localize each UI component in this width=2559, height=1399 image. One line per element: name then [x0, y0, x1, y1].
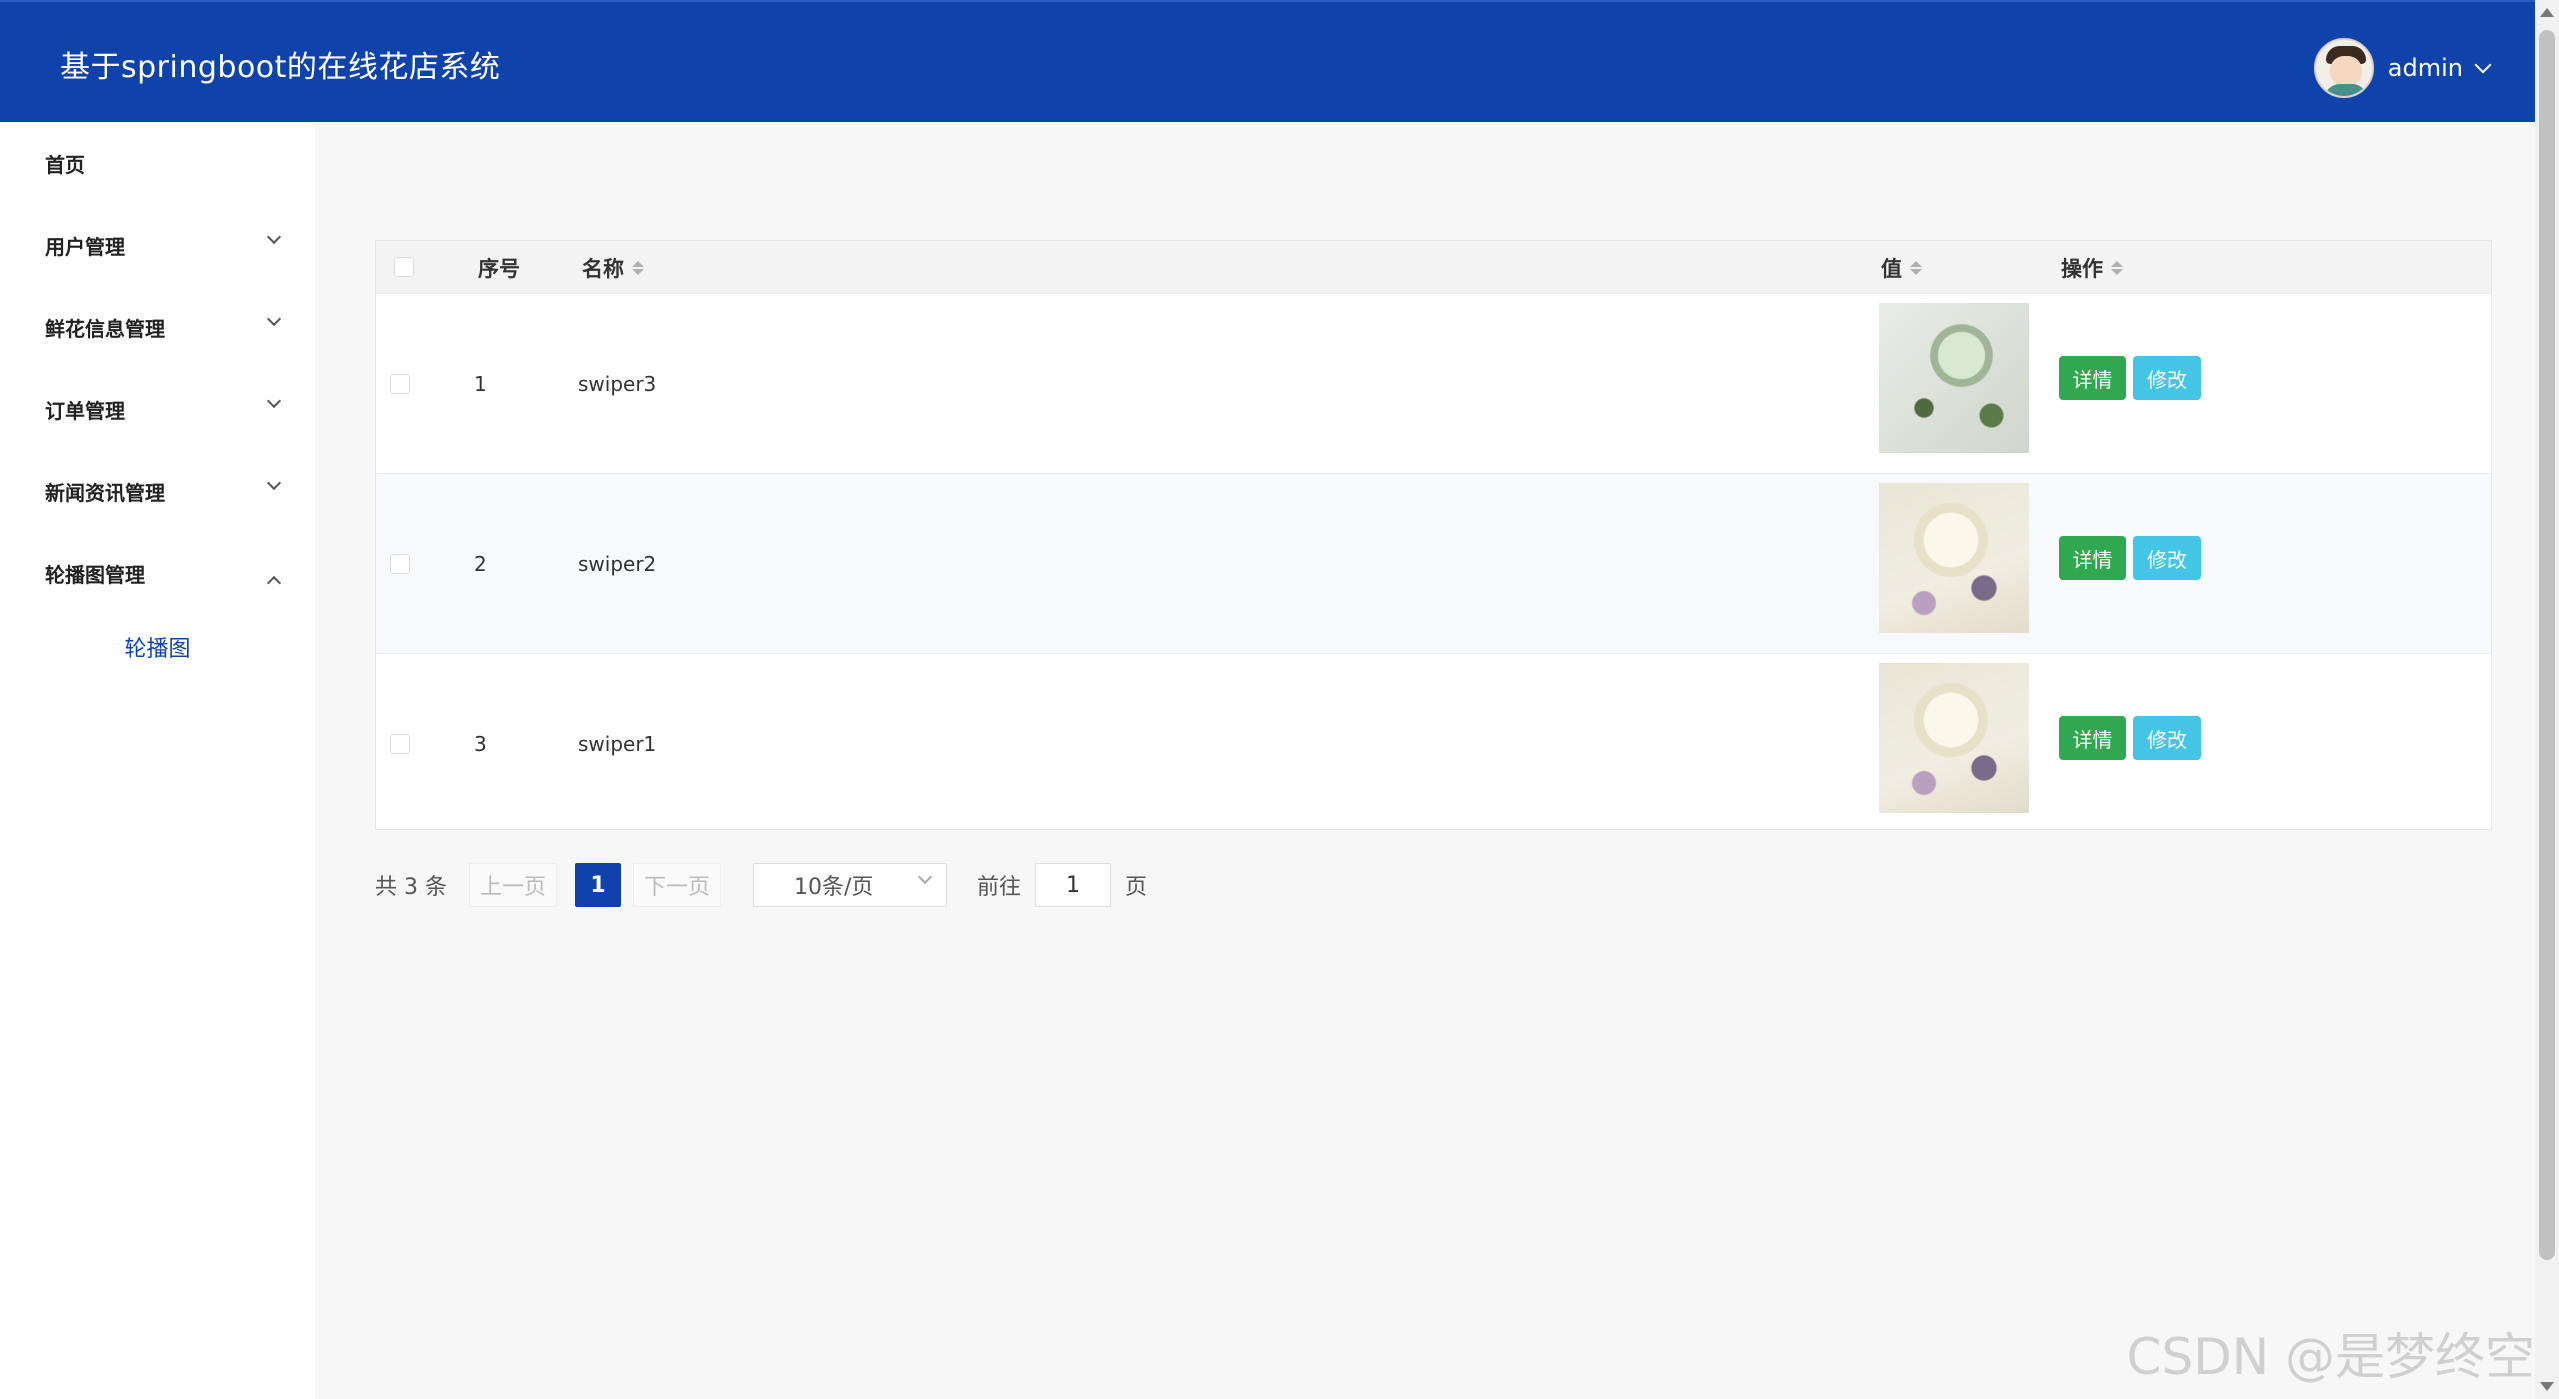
- select-all-checkbox-cell: [394, 257, 414, 277]
- select-all-checkbox[interactable]: [394, 257, 414, 277]
- sidebar-item-order-management[interactable]: 订单管理: [0, 368, 315, 450]
- row-image-thumbnail: [1879, 483, 2029, 633]
- row-checkbox[interactable]: [390, 734, 410, 754]
- sidebar-item-flower-management[interactable]: 鲜花信息管理: [0, 286, 315, 368]
- avatar[interactable]: [2313, 38, 2374, 98]
- sidebar-item-label: 新闻资讯管理: [45, 480, 165, 505]
- page-size-select[interactable]: 10条/页: [753, 863, 948, 907]
- prev-page-button[interactable]: 上一页: [468, 863, 557, 907]
- detail-button[interactable]: 详情: [2059, 536, 2126, 580]
- sort-icon[interactable]: [2111, 261, 2123, 275]
- row-image-thumbnail: [1879, 303, 2029, 453]
- table-row: 2 swiper2 详情 修改: [376, 473, 2491, 653]
- chevron-down-icon[interactable]: [2474, 56, 2492, 74]
- pagination-total: 共 3 条: [375, 875, 447, 900]
- sidebar-item-carousel-management[interactable]: 轮播图管理: [0, 532, 315, 614]
- edit-button[interactable]: 修改: [2133, 536, 2201, 580]
- next-page-button[interactable]: 下一页: [633, 863, 722, 907]
- table-row: 3 swiper1 详情 修改: [376, 653, 2491, 833]
- page-number-button[interactable]: 1: [575, 863, 621, 907]
- edit-button[interactable]: 修改: [2133, 356, 2201, 400]
- page-size-value: 10条/页: [794, 875, 874, 900]
- chevron-down-icon: [266, 229, 282, 245]
- sidebar-item-label: 首页: [45, 152, 85, 177]
- goto-page-input[interactable]: 1: [1035, 863, 1112, 907]
- row-checkbox[interactable]: [390, 554, 410, 574]
- page-suffix: 页: [1125, 875, 1148, 900]
- sidebar-item-label: 订单管理: [45, 398, 125, 423]
- table-row: 1 swiper3 详情 修改: [376, 293, 2491, 473]
- detail-button[interactable]: 详情: [2059, 716, 2126, 760]
- chevron-up-icon: [266, 575, 282, 591]
- sidebar-item-news-management[interactable]: 新闻资讯管理: [0, 450, 315, 532]
- user-name[interactable]: admin: [2388, 54, 2463, 82]
- vertical-scrollbar[interactable]: [2535, 0, 2559, 1399]
- sidebar-item-label: 鲜花信息管理: [45, 316, 165, 341]
- detail-button[interactable]: 详情: [2059, 356, 2126, 400]
- row-index: 2: [474, 552, 487, 576]
- row-name: swiper1: [578, 732, 657, 756]
- top-header: 基于springboot的在线花店系统 admin: [0, 0, 2535, 122]
- chevron-down-icon: [917, 869, 933, 885]
- chevron-down-icon: [266, 475, 282, 491]
- sidebar-item-label: 用户管理: [45, 234, 125, 259]
- scrollbar-thumb[interactable]: [2539, 30, 2555, 1260]
- edit-button[interactable]: 修改: [2133, 716, 2201, 760]
- column-header-name[interactable]: 名称: [582, 253, 644, 283]
- app-title: 基于springboot的在线花店系统: [60, 50, 501, 85]
- sort-icon[interactable]: [1910, 261, 1922, 275]
- row-index: 3: [474, 732, 487, 756]
- sidebar: 首页 用户管理 鲜花信息管理 订单管理 新闻资讯管理 轮播图管理 轮播图: [0, 122, 315, 1399]
- column-header-actions[interactable]: 操作: [2061, 253, 2123, 283]
- row-checkbox[interactable]: [390, 374, 410, 394]
- scroll-up-arrow-icon[interactable]: [2540, 8, 2554, 17]
- row-index: 1: [474, 372, 487, 396]
- watermark: CSDN @是梦终空: [2126, 1328, 2535, 1386]
- row-name: swiper3: [578, 372, 657, 396]
- row-name: swiper2: [578, 552, 657, 576]
- column-header-index: 序号: [478, 257, 520, 281]
- sidebar-item-user-management[interactable]: 用户管理: [0, 204, 315, 286]
- sidebar-item-home[interactable]: 首页: [0, 122, 315, 204]
- table-header: 序号 名称 值 操作: [376, 241, 2491, 293]
- sidebar-subitem-carousel[interactable]: 轮播图: [0, 614, 315, 680]
- pagination: 共 3 条 上一页 1 下一页 10条/页 前往 1 页: [375, 862, 1147, 908]
- sort-icon[interactable]: [632, 261, 644, 275]
- goto-label: 前往: [977, 875, 1022, 900]
- chevron-down-icon: [266, 393, 282, 409]
- row-image-thumbnail: [1879, 663, 2029, 813]
- column-header-value[interactable]: 值: [1881, 253, 1922, 283]
- user-menu[interactable]: admin: [2313, 38, 2492, 98]
- scroll-down-arrow-icon[interactable]: [2540, 1382, 2554, 1391]
- chevron-down-icon: [266, 311, 282, 327]
- sidebar-item-label: 轮播图管理: [45, 562, 145, 587]
- data-table: 序号 名称 值 操作 1 swiper3 详情 修改 2 swiper2 详情 …: [375, 240, 2492, 830]
